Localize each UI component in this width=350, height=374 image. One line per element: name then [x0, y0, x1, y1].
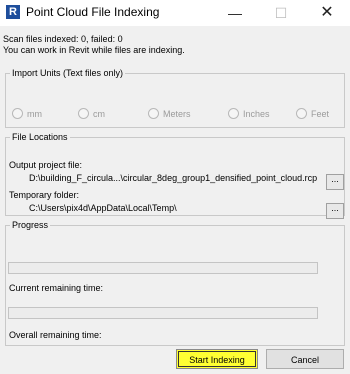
radio-meters-label: Meters — [163, 109, 191, 119]
radio-feet-circle-icon — [296, 108, 307, 119]
radio-cm-label: cm — [93, 109, 105, 119]
progress-group: Progress Current remaining time: Overall… — [5, 220, 345, 346]
status-line-indexed: Scan files indexed: 0, failed: 0 — [3, 34, 123, 44]
start-indexing-button[interactable]: Start Indexing — [176, 349, 258, 369]
radio-inches[interactable]: Inches — [228, 108, 270, 119]
temp-folder-path: C:\Users\pix4d\AppData\Local\Temp\ — [29, 203, 177, 213]
file-locations-legend: File Locations — [12, 132, 68, 142]
overall-remaining-label: Overall remaining time: — [9, 330, 102, 340]
output-file-label: Output project file: — [9, 160, 83, 170]
cancel-button[interactable]: Cancel — [266, 349, 344, 369]
maximize-button: ☐ — [274, 5, 288, 21]
radio-meters-circle-icon — [148, 108, 159, 119]
radio-feet-label: Feet — [311, 109, 330, 119]
overall-progress-bar — [8, 307, 318, 319]
browse-output-button[interactable]: ... — [326, 174, 344, 190]
output-file-path: D:\building_F_circula...\circular_8deg_g… — [29, 173, 318, 183]
current-progress-bar — [8, 262, 318, 274]
close-button[interactable]: ✕ — [304, 0, 350, 26]
status-line-info: You can work in Revit while files are in… — [3, 45, 185, 55]
radio-inches-label: Inches — [243, 109, 270, 119]
browse-temp-button[interactable]: ... — [326, 203, 344, 219]
title-bar: R Point Cloud File Indexing — ☐ ✕ — [0, 0, 350, 26]
radio-inches-circle-icon — [228, 108, 239, 119]
minimize-button[interactable]: — — [212, 0, 258, 26]
radio-cm-circle-icon — [78, 108, 89, 119]
import-units-group: Import Units (Text files only) mm cm Met… — [5, 68, 345, 128]
current-remaining-label: Current remaining time: — [9, 283, 104, 293]
revit-app-icon: R — [6, 5, 20, 19]
radio-meters[interactable]: Meters — [148, 108, 191, 119]
radio-feet[interactable]: Feet — [296, 108, 329, 119]
import-units-legend: Import Units (Text files only) — [12, 68, 124, 78]
file-locations-group: File Locations Output project file: D:\b… — [5, 132, 345, 219]
radio-mm-label: mm — [27, 109, 42, 119]
radio-cm[interactable]: cm — [78, 108, 105, 119]
radio-mm[interactable]: mm — [12, 108, 42, 119]
temp-folder-label: Temporary folder: — [9, 190, 80, 200]
radio-mm-circle-icon — [12, 108, 23, 119]
window-title: Point Cloud File Indexing — [26, 5, 160, 19]
progress-legend: Progress — [12, 220, 49, 230]
